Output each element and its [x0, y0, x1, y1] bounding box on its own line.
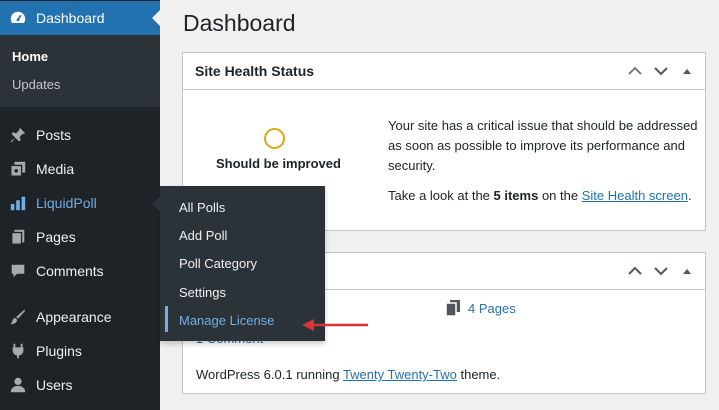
menu-liquidpoll[interactable]: LiquidPoll [0, 186, 160, 220]
health-message: Your site has a critical issue that shou… [388, 118, 698, 173]
flyout-all-polls[interactable]: All Polls [179, 200, 225, 215]
menu-dashboard[interactable]: Dashboard [0, 1, 160, 35]
glance-pages-label: 4 Pages [468, 300, 516, 316]
menu-appearance[interactable]: Appearance [0, 300, 160, 334]
menu-plugins-label: Plugins [36, 343, 82, 359]
version-prefix: WordPress 6.0.1 running [196, 367, 343, 382]
menu-posts[interactable]: Posts [0, 118, 160, 152]
move-up-icon[interactable] [627, 263, 643, 279]
pages-icon [446, 300, 460, 316]
bar-chart-icon [8, 193, 28, 213]
take-middle: on the [538, 188, 582, 203]
flyout-settings[interactable]: Settings [179, 285, 226, 300]
move-down-icon[interactable] [653, 263, 669, 279]
pages-icon [8, 227, 28, 247]
dashboard-icon [8, 8, 28, 28]
menu-users[interactable]: Users [0, 368, 160, 402]
menu-comments-label: Comments [36, 263, 104, 279]
flyout-add-poll[interactable]: Add Poll [179, 228, 227, 243]
flyout-poll-category[interactable]: Poll Category [179, 256, 257, 271]
health-take-look: Take a look at the 5 items on the Site H… [388, 186, 692, 206]
wp-version-text: WordPress 6.0.1 running Twenty Twenty-Tw… [196, 367, 500, 382]
site-health-link[interactable]: Site Health screen [582, 188, 688, 203]
move-up-icon[interactable] [627, 63, 643, 79]
plug-icon [8, 341, 28, 361]
comment-icon [8, 261, 28, 281]
submenu-updates[interactable]: Updates [12, 77, 60, 92]
menu-pages-label: Pages [36, 229, 76, 245]
flyout-manage-license[interactable]: Manage License [179, 313, 274, 328]
site-health-header: Site Health Status [183, 53, 705, 90]
health-status-label: Should be improved [216, 156, 341, 171]
dashboard-submenu: Home Updates [0, 35, 160, 107]
health-items-count: 5 items [493, 188, 539, 203]
menu-dashboard-label: Dashboard [36, 10, 105, 26]
menu-plugins[interactable]: Plugins [0, 334, 160, 368]
theme-link[interactable]: Twenty Twenty-Two [343, 367, 457, 382]
menu-media-label: Media [36, 161, 75, 177]
collapse-toggle-icon[interactable] [679, 263, 695, 279]
menu-comments[interactable]: Comments [0, 254, 160, 288]
admin-sidebar: Dashboard Home Updates Posts Media Liqui… [0, 0, 160, 410]
site-health-title: Site Health Status [195, 63, 315, 79]
menu-users-label: Users [36, 377, 73, 393]
glance-pages-link[interactable]: 4 Pages [446, 300, 516, 316]
brush-icon [8, 307, 28, 327]
menu-posts-label: Posts [36, 127, 72, 143]
user-icon [8, 375, 28, 395]
menu-appearance-label: Appearance [36, 309, 112, 325]
collapse-toggle-icon[interactable] [679, 63, 695, 79]
red-arrow-annotation [302, 319, 368, 331]
pin-icon [8, 125, 28, 145]
widget-controls [627, 63, 695, 79]
take-suffix: . [687, 188, 692, 203]
version-suffix: theme. [456, 367, 501, 382]
page-title: Dashboard [183, 10, 296, 36]
menu-pages[interactable]: Pages [0, 220, 160, 254]
widget-controls-2 [627, 263, 695, 279]
take-prefix: Take a look at the [388, 188, 494, 203]
menu-media[interactable]: Media [0, 152, 160, 186]
media-icon [8, 159, 28, 179]
focus-indicator [165, 306, 168, 332]
health-status-indicator [264, 128, 285, 149]
move-down-icon[interactable] [653, 63, 669, 79]
menu-liquidpoll-label: LiquidPoll [36, 195, 97, 211]
submenu-home[interactable]: Home [12, 49, 48, 64]
